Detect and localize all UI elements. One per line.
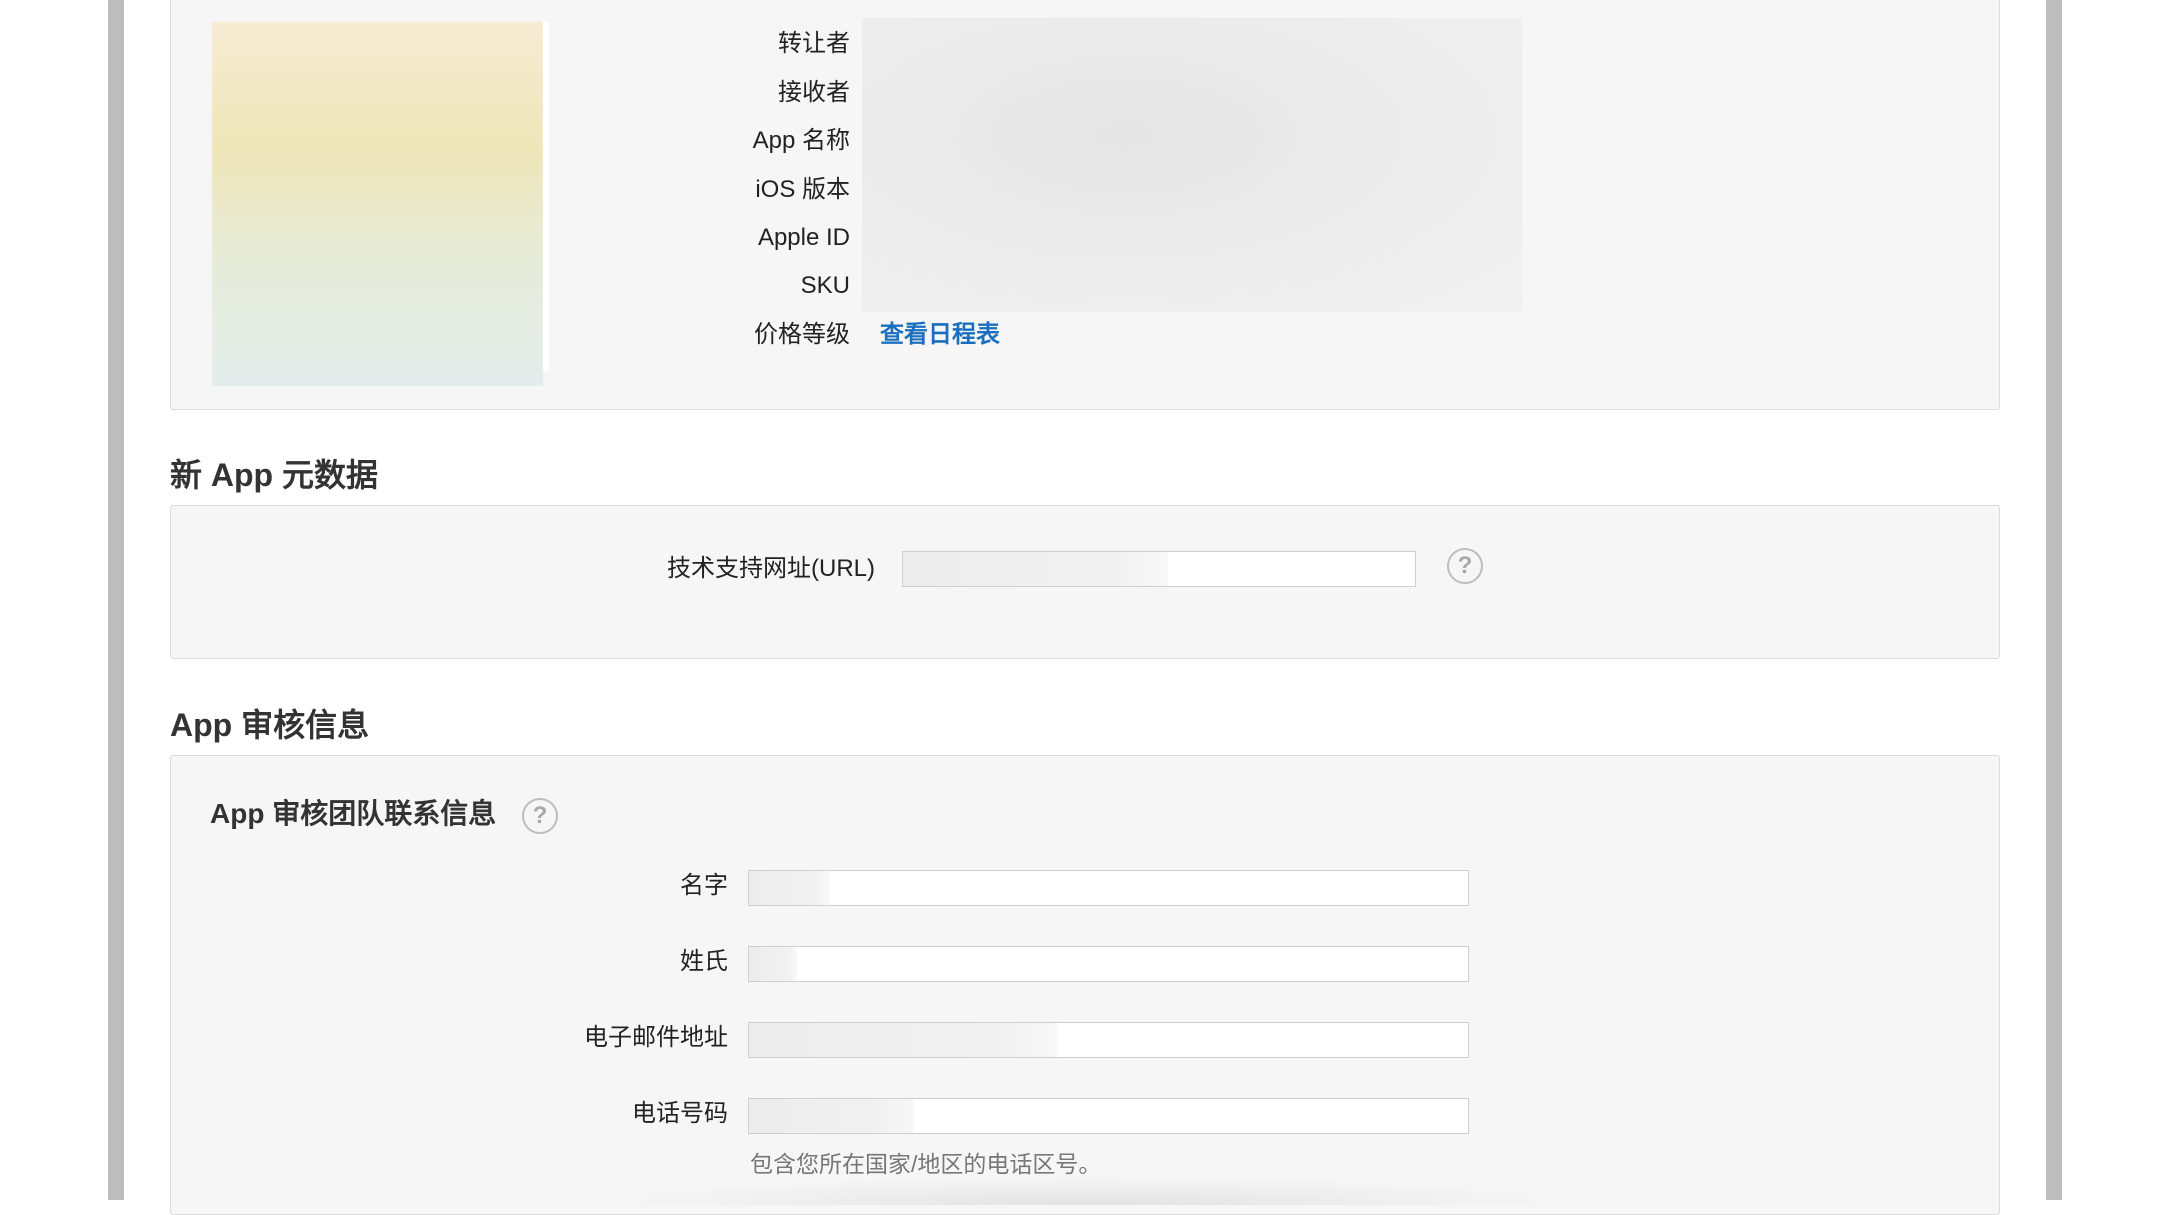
redacted-value: [749, 1099, 914, 1133]
right-frame-border: [2046, 0, 2062, 1200]
ios-version-label: iOS 版本: [755, 176, 850, 203]
email-input[interactable]: [748, 1022, 1469, 1058]
recipient-label: 接收者: [778, 79, 850, 106]
scroll-shadow: [600, 1175, 1580, 1205]
first-name-label: 名字: [680, 872, 728, 899]
redacted-app-details: [862, 18, 1522, 312]
left-frame-border: [108, 0, 124, 1200]
review-section-title: App 审核信息: [170, 707, 370, 743]
price-tier-label: 价格等级: [754, 321, 850, 348]
phone-label: 电话号码: [632, 1100, 728, 1127]
email-label: 电子邮件地址: [584, 1024, 728, 1051]
transferor-label: 转让者: [778, 30, 850, 57]
phone-input[interactable]: [748, 1098, 1469, 1134]
metadata-section-title: 新 App 元数据: [170, 457, 378, 493]
view-schedule-link[interactable]: 查看日程表: [880, 319, 1000, 351]
support-url-input[interactable]: [902, 551, 1416, 587]
last-name-input[interactable]: [748, 946, 1469, 982]
review-contact-help-icon[interactable]: ?: [522, 798, 558, 834]
sku-label: SKU: [800, 272, 850, 299]
app-name-label: App 名称: [752, 127, 850, 154]
first-name-input[interactable]: [748, 870, 1469, 906]
app-thumbnail: [212, 22, 543, 386]
review-contact-title: App 审核团队联系信息: [210, 798, 497, 829]
apple-id-label: Apple ID: [757, 224, 850, 251]
redacted-value: [749, 947, 797, 981]
support-url-label: 技术支持网址(URL): [667, 555, 875, 582]
redacted-value: [749, 871, 829, 905]
last-name-label: 姓氏: [680, 948, 728, 975]
redacted-value: [749, 1023, 1057, 1057]
redacted-value: [903, 552, 1168, 586]
support-url-help-icon[interactable]: ?: [1447, 548, 1483, 584]
